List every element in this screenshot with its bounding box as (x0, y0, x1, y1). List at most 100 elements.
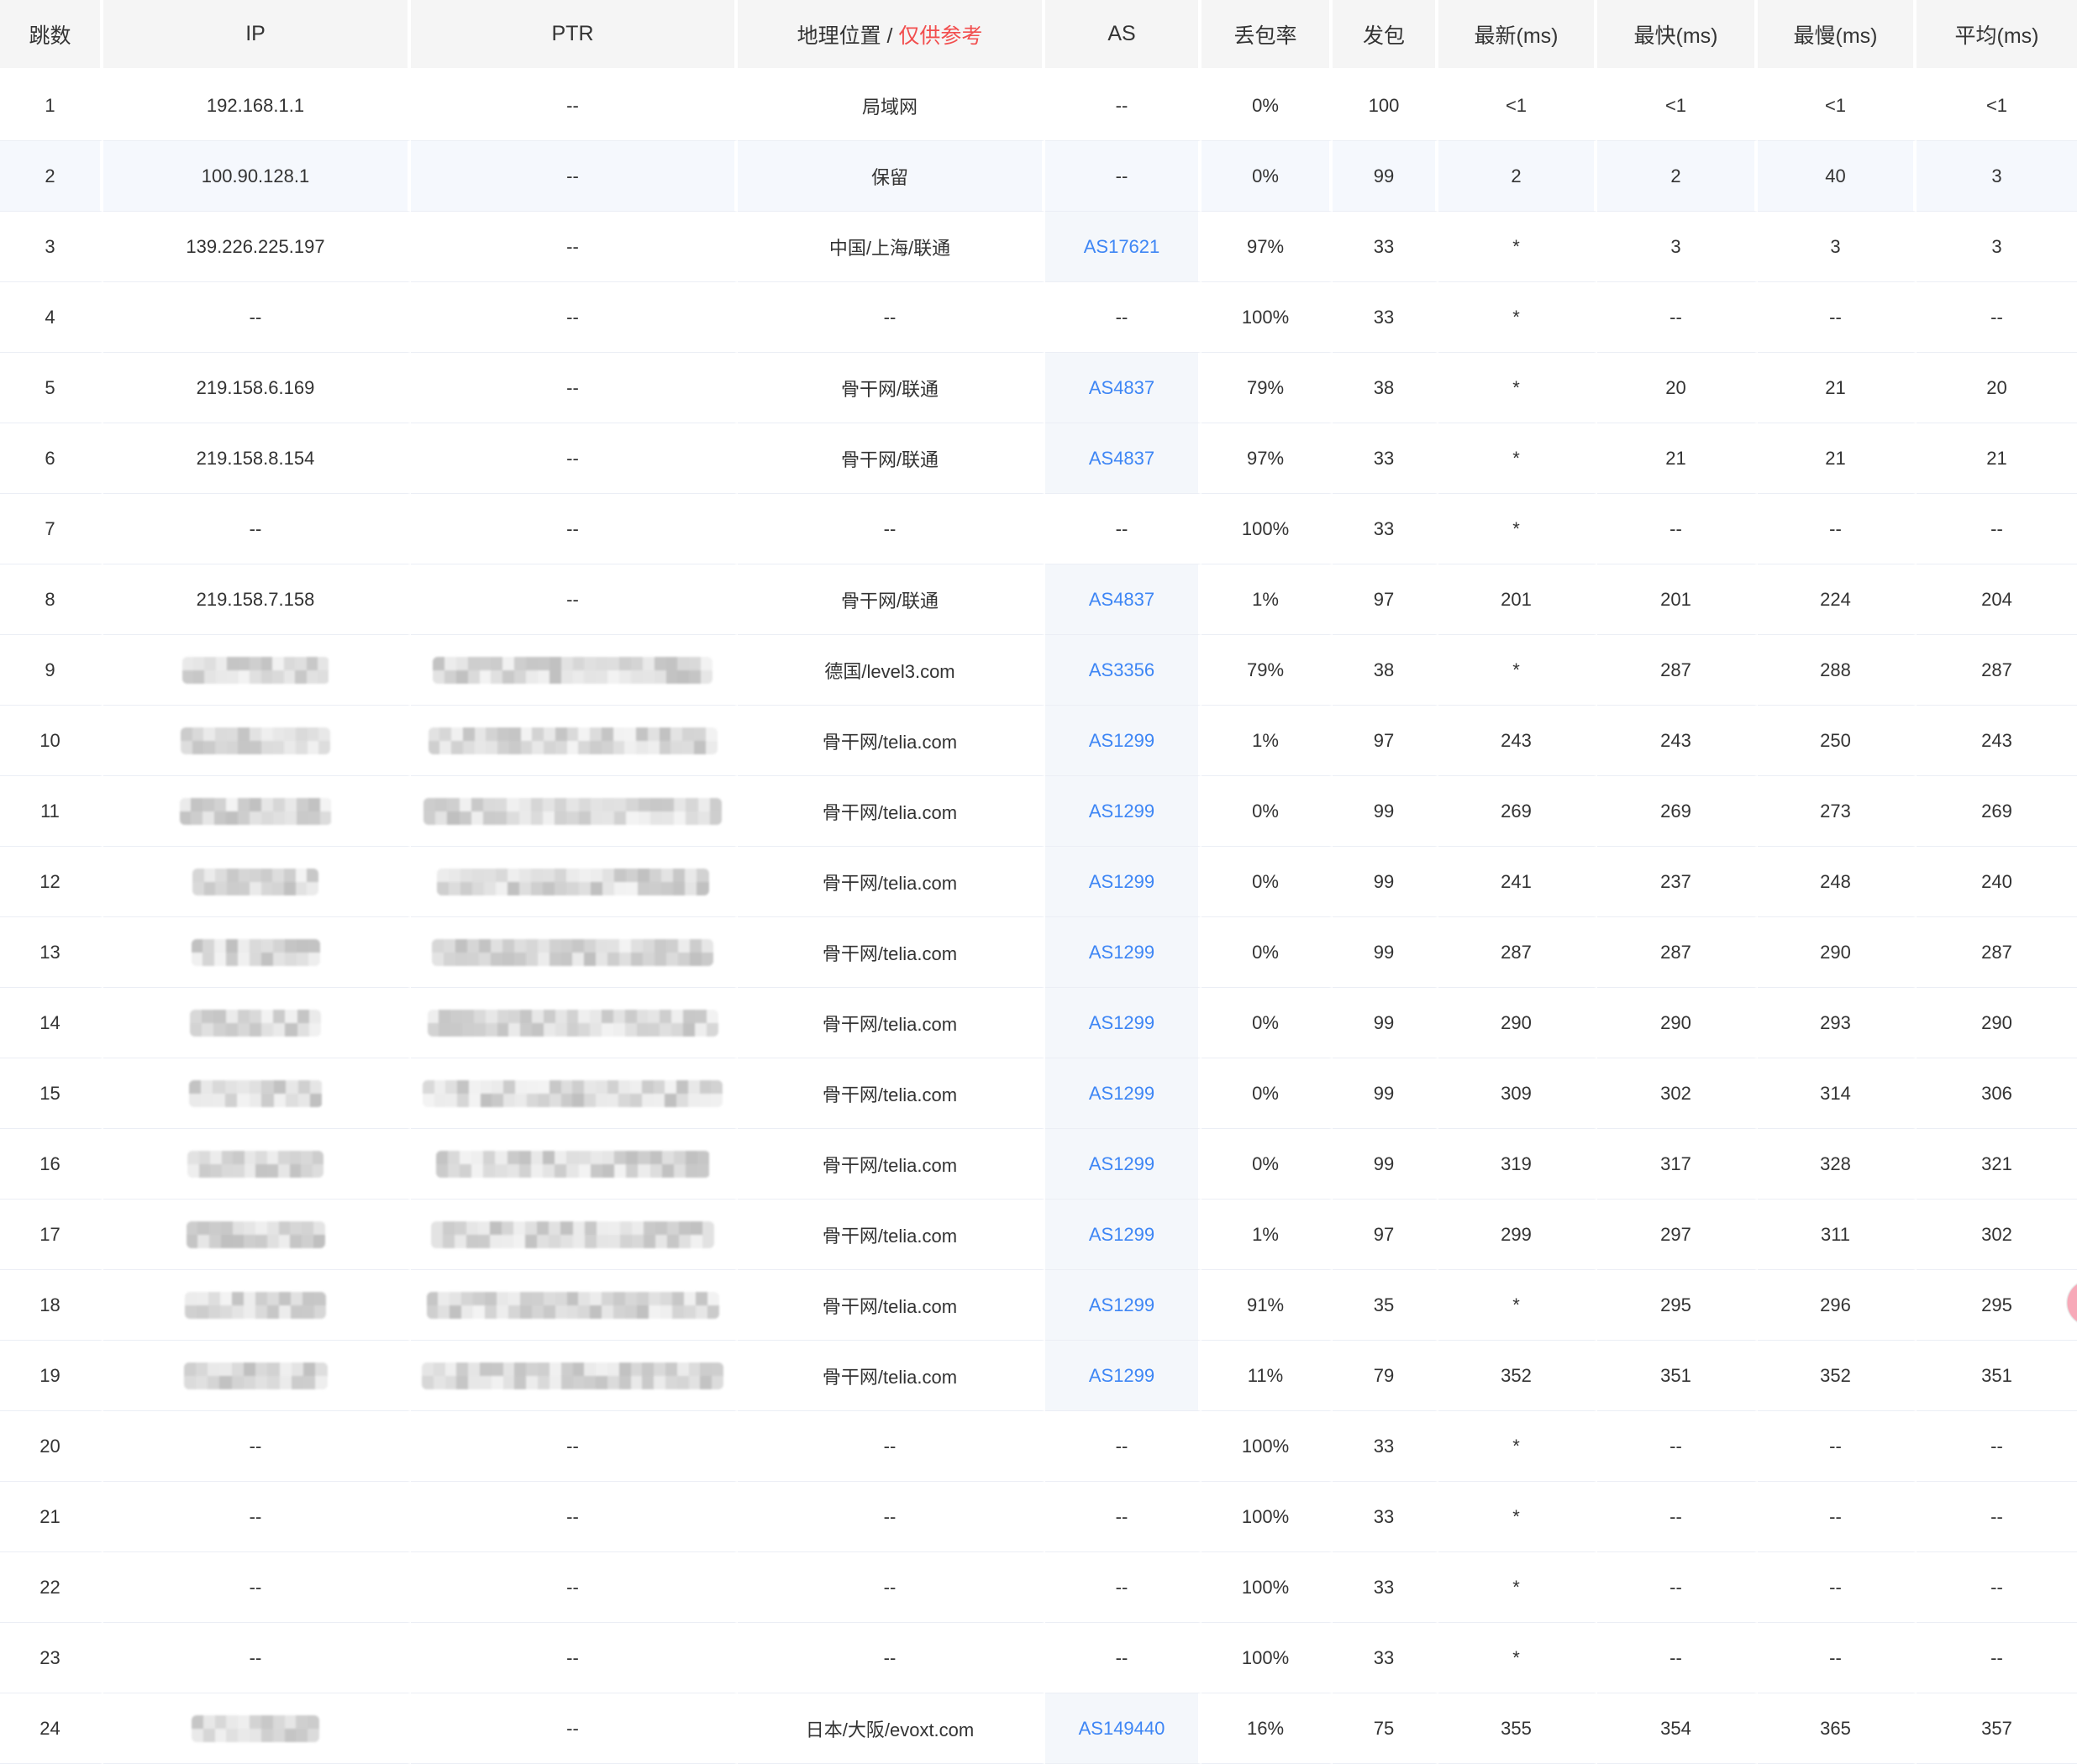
ip-address-value: 139.226.225.197 (186, 235, 325, 257)
as-number-link[interactable]: AS1299 (1089, 1153, 1154, 1175)
packet-loss-cell: 97% (1202, 423, 1333, 494)
as-number-link[interactable]: AS3356 (1089, 659, 1154, 681)
average-latency-value: -- (1990, 306, 2003, 328)
average-latency-cell: 351 (1917, 1341, 2077, 1411)
best-latency-cell: -- (1597, 1623, 1758, 1693)
ip-address-value: -- (249, 1435, 262, 1457)
average-latency-cell: -- (1917, 494, 2077, 564)
average-latency-value: 240 (1981, 870, 2012, 892)
packets-sent-value: 33 (1373, 1646, 1395, 1668)
location-value: 骨干网/telia.com (822, 801, 958, 823)
location-cell: 骨干网/telia.com (738, 847, 1045, 917)
packets-sent-cell: 33 (1333, 1623, 1438, 1693)
as-number-link[interactable]: AS4837 (1089, 589, 1154, 611)
as-number-link[interactable]: AS1299 (1089, 1012, 1154, 1034)
packets-sent-cell: 33 (1333, 1411, 1438, 1482)
ip-address-cell: 219.158.7.158 (103, 564, 411, 635)
packets-sent-value: 97 (1373, 588, 1395, 610)
hop-number-cell: 4 (0, 282, 103, 353)
floating-widget-button[interactable] (2066, 1279, 2077, 1326)
latest-latency-value: * (1512, 235, 1520, 257)
best-latency-value: -- (1669, 517, 1682, 539)
best-latency-value: 243 (1660, 729, 1691, 751)
average-latency-cell: -- (1917, 1411, 2077, 1482)
packets-sent-value: 33 (1373, 306, 1395, 328)
average-latency-cell: -- (1917, 282, 2077, 353)
average-latency-value: 302 (1981, 1223, 2012, 1245)
as-number-link[interactable]: AS1299 (1089, 1294, 1154, 1316)
ip-address-cell: -- (103, 1552, 411, 1623)
as-number-link[interactable]: AS4837 (1089, 377, 1154, 399)
as-number-link[interactable]: AS4837 (1089, 448, 1154, 470)
best-ms-header: 最快(ms) (1597, 0, 1758, 71)
as-number-cell: AS1299 (1045, 1341, 1202, 1411)
location-cell: 骨干网/联通 (738, 353, 1045, 423)
latest-latency-value: 290 (1501, 1011, 1532, 1033)
location-value: 骨干网/telia.com (822, 942, 958, 964)
hop-number-value: 6 (45, 447, 55, 469)
as-number-link[interactable]: AS1299 (1089, 801, 1154, 822)
worst-latency-cell: -- (1758, 1411, 1917, 1482)
table-row: 8 219.158.7.158 -- 骨干网/联通 AS4837 1% 97 201 201 22… (0, 564, 2077, 635)
table-row: 10 骨干网/telia.com AS1299 1% 97 243 243 250 243 (0, 706, 2077, 776)
packets-sent-value: 99 (1373, 1152, 1395, 1174)
ptr-record-cell: -- (411, 1693, 738, 1764)
redacted-ip-address (186, 1221, 325, 1248)
hop-number-value: 3 (45, 235, 55, 257)
location-cell: 德国/level3.com (738, 635, 1045, 706)
redacted-ptr-record (427, 1009, 718, 1037)
packet-loss-cell: 1% (1202, 564, 1333, 635)
ptr-record-value: -- (566, 447, 579, 469)
location-cell: 骨干网/telia.com (738, 1341, 1045, 1411)
table-row: 24 -- 日本/大阪/evoxt.com AS149440 16% 75 355 354 36… (0, 1693, 2077, 1764)
best-latency-cell: 243 (1597, 706, 1758, 776)
worst-latency-cell: -- (1758, 282, 1917, 353)
location-cell: 局域网 (738, 71, 1045, 141)
worst-latency-value: 352 (1820, 1364, 1851, 1386)
table-body: 1 192.168.1.1 -- 局域网 -- 0% 100 <1 <1 <1 <1 2 100.90.… (0, 71, 2077, 1764)
average-latency-cell: 302 (1917, 1200, 2077, 1270)
average-latency-value: -- (1990, 1435, 2003, 1457)
latest-latency-cell: 299 (1438, 1200, 1597, 1270)
worst-latency-cell: -- (1758, 1552, 1917, 1623)
as-number-link[interactable]: AS17621 (1084, 236, 1160, 258)
table-row: 11 骨干网/telia.com AS1299 0% 99 269 269 273 269 (0, 776, 2077, 847)
as-number-link[interactable]: AS1299 (1089, 871, 1154, 893)
hop-number-cell: 14 (0, 988, 103, 1058)
hop-number-value: 8 (45, 588, 55, 610)
as-number-cell: -- (1045, 141, 1202, 212)
as-number-link[interactable]: AS1299 (1089, 1365, 1154, 1387)
ptr-record-cell: -- (411, 141, 738, 212)
latest-latency-value: * (1512, 1435, 1520, 1457)
best-latency-value: -- (1669, 1646, 1682, 1668)
latest-latency-cell: * (1438, 635, 1597, 706)
worst-latency-value: 296 (1820, 1294, 1851, 1315)
as-number-link[interactable]: AS1299 (1089, 1083, 1154, 1105)
average-latency-cell: 306 (1917, 1058, 2077, 1129)
best-latency-value: <1 (1664, 94, 1687, 116)
worst-latency-value: -- (1829, 517, 1842, 539)
worst-latency-cell: <1 (1758, 71, 1917, 141)
average-latency-value: 357 (1981, 1717, 2012, 1739)
average-latency-value: 351 (1981, 1364, 2012, 1386)
redacted-ptr-record (436, 868, 709, 895)
latest-latency-cell: * (1438, 1411, 1597, 1482)
ip-address-cell: 139.226.225.197 (103, 212, 411, 282)
latest-latency-value: * (1512, 1576, 1520, 1598)
packet-loss-value: 100% (1241, 306, 1290, 328)
packet-loss-value: 100% (1241, 517, 1290, 539)
as-number-link[interactable]: AS149440 (1079, 1718, 1165, 1740)
packets-sent-value: 38 (1373, 659, 1395, 680)
as-number-link[interactable]: AS1299 (1089, 730, 1154, 752)
packet-loss-header-label: 丢包率 (1233, 24, 1297, 48)
packet-loss-value: 0% (1252, 94, 1279, 116)
packets-sent-value: 97 (1373, 1223, 1395, 1245)
best-latency-value: 287 (1660, 659, 1691, 680)
as-number-link[interactable]: AS1299 (1089, 1224, 1154, 1246)
as-number-link[interactable]: AS1299 (1089, 942, 1154, 963)
latest-latency-cell: * (1438, 1552, 1597, 1623)
redacted-ptr-record (422, 1362, 723, 1389)
table-row: 21 -- -- -- -- 100% 33 * -- -- -- (0, 1482, 2077, 1552)
latest-latency-cell: 241 (1438, 847, 1597, 917)
redacted-ptr-record (423, 797, 722, 825)
